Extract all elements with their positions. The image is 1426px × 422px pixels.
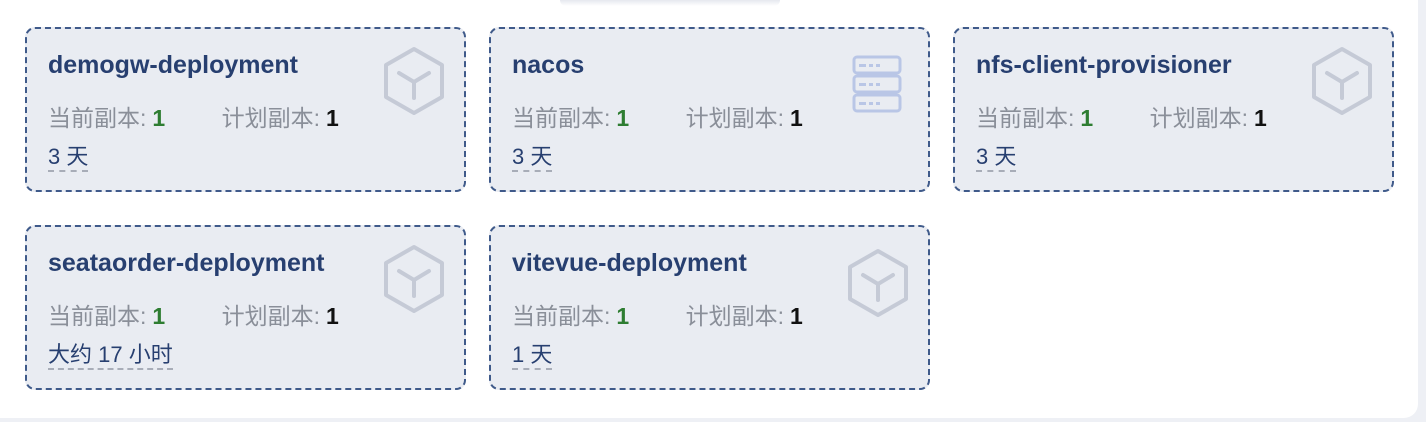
replica-info: 当前副本: 1 计划副本: 1 [512, 99, 803, 133]
planned-replicas-label: 计划副本: [685, 105, 784, 131]
cube-icon [384, 47, 444, 115]
planned-replicas-value: 1 [789, 105, 803, 131]
deployment-card[interactable]: demogw-deployment 当前副本: 1 计划副本: 1 3 天 [25, 27, 466, 192]
server-icon [852, 55, 902, 113]
current-replicas-label: 当前副本: [48, 303, 147, 329]
deployment-name[interactable]: nacos [512, 51, 584, 80]
planned-replicas-label: 计划副本: [685, 303, 784, 329]
current-replicas-label: 当前副本: [976, 105, 1075, 131]
replica-info: 当前副本: 1 计划副本: 1 [976, 99, 1267, 133]
deployment-name[interactable]: demogw-deployment [48, 51, 298, 80]
current-replicas-label: 当前副本: [48, 105, 147, 131]
cube-icon [1312, 47, 1372, 115]
deployment-age[interactable]: 1 天 [512, 342, 553, 370]
deployment-age[interactable]: 大约 17 小时 [48, 342, 173, 370]
deployment-card[interactable]: nacos 当前副本: 1 计划副本: 1 3 天 [489, 27, 930, 192]
replica-info: 当前副本: 1 计划副本: 1 [48, 297, 339, 331]
current-replicas-value: 1 [152, 105, 166, 131]
cube-icon [384, 245, 444, 313]
deployment-age[interactable]: 3 天 [48, 144, 89, 172]
deployment-age[interactable]: 3 天 [976, 144, 1017, 172]
planned-replicas-label: 计划副本: [221, 303, 320, 329]
current-replicas-value: 1 [1080, 105, 1094, 131]
current-replicas-label: 当前副本: [512, 303, 611, 329]
deployment-card[interactable]: vitevue-deployment 当前副本: 1 计划副本: 1 1 天 [489, 225, 930, 390]
planned-replicas-label: 计划副本: [1149, 105, 1248, 131]
panel-top-shadow [560, 0, 780, 6]
deployment-name[interactable]: seataorder-deployment [48, 249, 324, 278]
deployment-card[interactable]: nfs-client-provisioner 当前副本: 1 计划副本: 1 3 天 [953, 27, 1394, 192]
replica-info: 当前副本: 1 计划副本: 1 [512, 297, 803, 331]
deployment-name[interactable]: vitevue-deployment [512, 249, 747, 278]
planned-replicas-label: 计划副本: [221, 105, 320, 131]
current-replicas-label: 当前副本: [512, 105, 611, 131]
planned-replicas-value: 1 [325, 105, 339, 131]
planned-replicas-value: 1 [1253, 105, 1267, 131]
planned-replicas-value: 1 [789, 303, 803, 329]
cube-icon [848, 249, 908, 317]
current-replicas-value: 1 [152, 303, 166, 329]
current-replicas-value: 1 [616, 105, 630, 131]
planned-replicas-value: 1 [325, 303, 339, 329]
replica-info: 当前副本: 1 计划副本: 1 [48, 99, 339, 133]
deployment-name[interactable]: nfs-client-provisioner [976, 51, 1232, 80]
current-replicas-value: 1 [616, 303, 630, 329]
deployment-age[interactable]: 3 天 [512, 144, 553, 172]
deployment-card[interactable]: seataorder-deployment 当前副本: 1 计划副本: 1 大约 1… [25, 225, 466, 390]
